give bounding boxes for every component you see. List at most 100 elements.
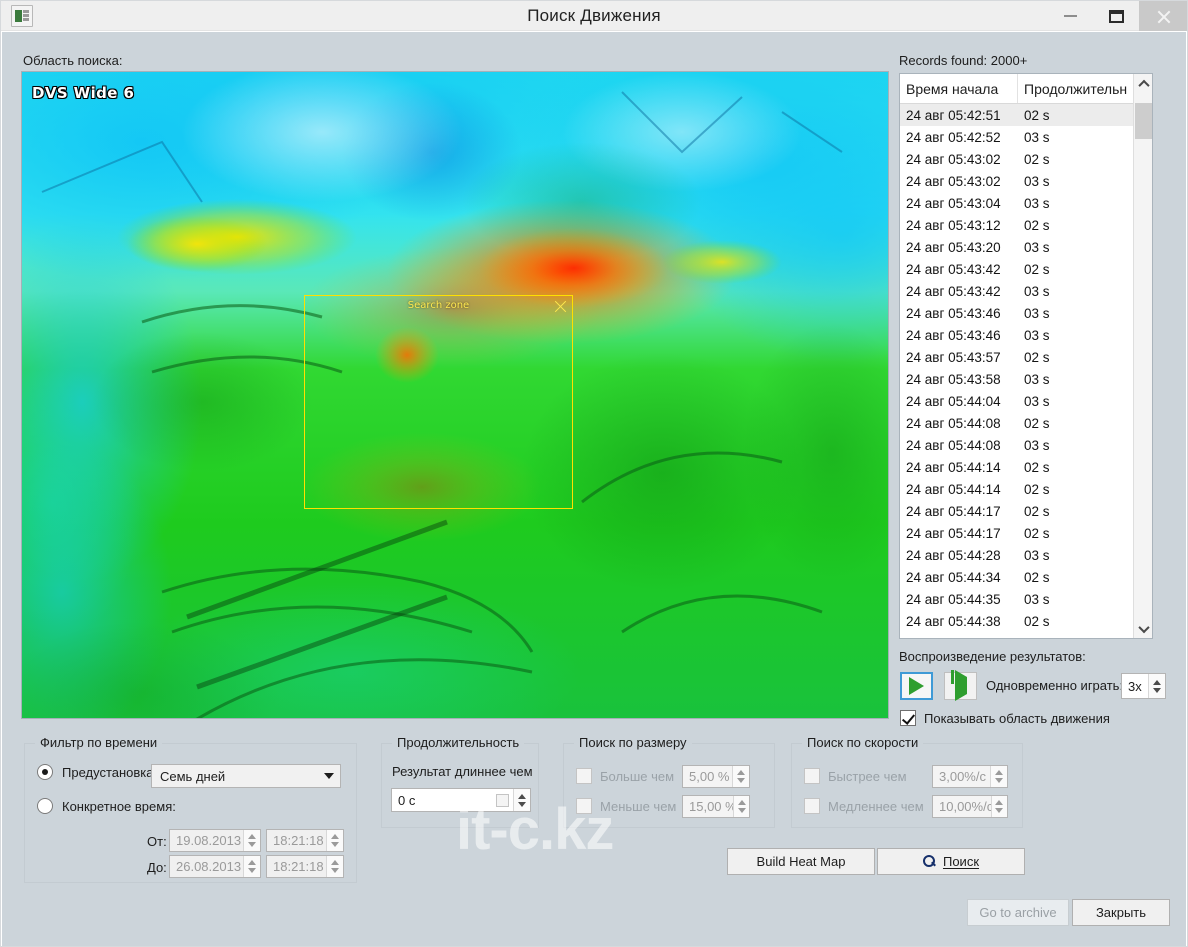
table-row[interactable]: 24 авг 05:44:1702 s bbox=[900, 500, 1152, 522]
stepper-down-icon[interactable] bbox=[1153, 688, 1161, 693]
to-time-arrows[interactable] bbox=[326, 856, 343, 877]
go-to-archive-button[interactable]: Go to archive bbox=[967, 899, 1069, 926]
speed-faster-checkbox[interactable] bbox=[804, 768, 820, 784]
close-dialog-button[interactable]: Закрыть bbox=[1072, 899, 1170, 926]
play-selected-button[interactable] bbox=[944, 672, 977, 700]
stepper-down-icon[interactable] bbox=[737, 778, 745, 783]
column-header-start-time[interactable]: Время начала bbox=[900, 74, 1018, 103]
size-less-checkbox[interactable] bbox=[576, 798, 592, 814]
video-preview[interactable]: DVS Wide 6 Search zone bbox=[21, 71, 889, 719]
table-row[interactable]: 24 авг 05:43:0202 s bbox=[900, 148, 1152, 170]
speed-faster-row[interactable]: Быстрее чем bbox=[804, 768, 907, 784]
stepper-up-icon[interactable] bbox=[331, 860, 339, 865]
size-less-row[interactable]: Меньше чем bbox=[576, 798, 676, 814]
stepper-down-icon[interactable] bbox=[738, 808, 746, 813]
results-scrollbar[interactable] bbox=[1133, 74, 1152, 638]
speed-slower-checkbox[interactable] bbox=[804, 798, 820, 814]
search-zone-rect[interactable]: Search zone bbox=[304, 295, 573, 509]
maximize-button[interactable] bbox=[1093, 1, 1139, 31]
table-row[interactable]: 24 авг 05:44:0802 s bbox=[900, 412, 1152, 434]
chevron-down-icon[interactable] bbox=[318, 773, 340, 779]
table-row[interactable]: 24 авг 05:42:5203 s bbox=[900, 126, 1152, 148]
table-row[interactable]: 24 авг 05:44:0803 s bbox=[900, 434, 1152, 456]
table-row[interactable]: 24 авг 05:43:0403 s bbox=[900, 192, 1152, 214]
speed-faster-arrows[interactable] bbox=[990, 766, 1007, 787]
scrollbar-thumb[interactable] bbox=[1135, 103, 1152, 139]
preset-radio-row[interactable]: Предустановка: bbox=[37, 764, 157, 780]
table-row[interactable]: 24 авг 05:43:4202 s bbox=[900, 258, 1152, 280]
specific-time-radio-row[interactable]: Конкретное время: bbox=[37, 798, 176, 814]
size-greater-stepper[interactable]: 5,00 % bbox=[682, 765, 750, 788]
minimize-button[interactable] bbox=[1047, 1, 1093, 31]
stepper-up-icon[interactable] bbox=[331, 834, 339, 839]
speed-slower-stepper[interactable]: 10,00%/с bbox=[932, 795, 1008, 818]
table-row[interactable]: 24 авг 05:43:4603 s bbox=[900, 302, 1152, 324]
stepper-down-icon[interactable] bbox=[331, 842, 339, 847]
scroll-down-button[interactable] bbox=[1134, 619, 1153, 638]
simultaneous-play-stepper[interactable]: 3x bbox=[1121, 673, 1166, 699]
duration-value-stepper[interactable]: 0 с bbox=[391, 788, 531, 812]
table-row[interactable]: 24 авг 05:44:3402 s bbox=[900, 566, 1152, 588]
show-motion-area-checkbox[interactable] bbox=[900, 710, 916, 726]
stepper-down-icon[interactable] bbox=[518, 802, 526, 807]
stepper-down-icon[interactable] bbox=[995, 778, 1003, 783]
table-row[interactable]: 24 авг 05:43:2003 s bbox=[900, 236, 1152, 258]
table-row[interactable]: 24 авг 05:42:5102 s bbox=[900, 104, 1152, 126]
row-duration: 03 s bbox=[1018, 306, 1128, 321]
table-row[interactable]: 24 авг 05:44:0403 s bbox=[900, 390, 1152, 412]
table-row[interactable]: 24 авг 05:44:1402 s bbox=[900, 456, 1152, 478]
show-motion-area-checkbox-row[interactable]: Показывать область движения bbox=[900, 710, 1110, 726]
stepper-up-icon[interactable] bbox=[248, 834, 256, 839]
duration-arrows[interactable] bbox=[513, 789, 530, 811]
table-row[interactable]: 24 авг 05:43:4603 s bbox=[900, 324, 1152, 346]
build-heat-map-button[interactable]: Build Heat Map bbox=[727, 848, 875, 875]
from-date-field[interactable]: 19.08.2013 bbox=[169, 829, 261, 852]
table-row[interactable]: 24 авг 05:44:2803 s bbox=[900, 544, 1152, 566]
specific-time-radio[interactable] bbox=[37, 798, 53, 814]
size-greater-row[interactable]: Больше чем bbox=[576, 768, 674, 784]
size-less-arrows[interactable] bbox=[733, 796, 749, 817]
stepper-up-icon[interactable] bbox=[248, 860, 256, 865]
size-greater-arrows[interactable] bbox=[732, 766, 749, 787]
simultaneous-play-arrows[interactable] bbox=[1148, 674, 1165, 698]
speed-faster-stepper[interactable]: 3,00%/с bbox=[932, 765, 1008, 788]
from-time-arrows[interactable] bbox=[326, 830, 343, 851]
table-row[interactable]: 24 авг 05:43:1202 s bbox=[900, 214, 1152, 236]
table-row[interactable]: 24 авг 05:43:0203 s bbox=[900, 170, 1152, 192]
from-date-arrows[interactable] bbox=[243, 830, 260, 851]
stepper-down-icon[interactable] bbox=[248, 868, 256, 873]
table-row[interactable]: 24 авг 05:44:1702 s bbox=[900, 522, 1152, 544]
to-time-field[interactable]: 18:21:18 bbox=[266, 855, 344, 878]
stepper-up-icon[interactable] bbox=[995, 800, 1003, 805]
from-time-field[interactable]: 18:21:18 bbox=[266, 829, 344, 852]
column-header-duration[interactable]: Продолжительн bbox=[1018, 74, 1133, 103]
stepper-down-icon[interactable] bbox=[331, 868, 339, 873]
table-row[interactable]: 24 авг 05:43:4203 s bbox=[900, 280, 1152, 302]
preset-dropdown[interactable]: Семь дней bbox=[151, 764, 341, 788]
results-table[interactable]: Время начала Продолжительн 24 авг 05:42:… bbox=[899, 73, 1153, 639]
preset-radio[interactable] bbox=[37, 764, 53, 780]
size-greater-checkbox[interactable] bbox=[576, 768, 592, 784]
table-row[interactable]: 24 авг 05:44:3802 s bbox=[900, 610, 1152, 632]
table-row[interactable]: 24 авг 05:43:5702 s bbox=[900, 346, 1152, 368]
stepper-up-icon[interactable] bbox=[738, 800, 746, 805]
stepper-up-icon[interactable] bbox=[737, 770, 745, 775]
play-all-button[interactable] bbox=[900, 672, 933, 700]
speed-slower-row[interactable]: Медленнее чем bbox=[804, 798, 924, 814]
speed-slower-arrows[interactable] bbox=[991, 796, 1007, 817]
stepper-up-icon[interactable] bbox=[995, 770, 1003, 775]
table-row[interactable]: 24 авг 05:44:3503 s bbox=[900, 588, 1152, 610]
to-date-arrows[interactable] bbox=[243, 856, 260, 877]
close-window-button[interactable] bbox=[1139, 1, 1187, 31]
search-zone-close-icon[interactable] bbox=[553, 299, 568, 314]
scroll-up-button[interactable] bbox=[1134, 74, 1153, 93]
to-date-field[interactable]: 26.08.2013 bbox=[169, 855, 261, 878]
stepper-up-icon[interactable] bbox=[1153, 680, 1161, 685]
size-less-stepper[interactable]: 15,00 % bbox=[682, 795, 750, 818]
search-button[interactable]: Поиск bbox=[877, 848, 1025, 875]
stepper-down-icon[interactable] bbox=[995, 808, 1003, 813]
table-row[interactable]: 24 авг 05:43:5803 s bbox=[900, 368, 1152, 390]
stepper-up-icon[interactable] bbox=[518, 794, 526, 799]
table-row[interactable]: 24 авг 05:44:1402 s bbox=[900, 478, 1152, 500]
stepper-down-icon[interactable] bbox=[248, 842, 256, 847]
